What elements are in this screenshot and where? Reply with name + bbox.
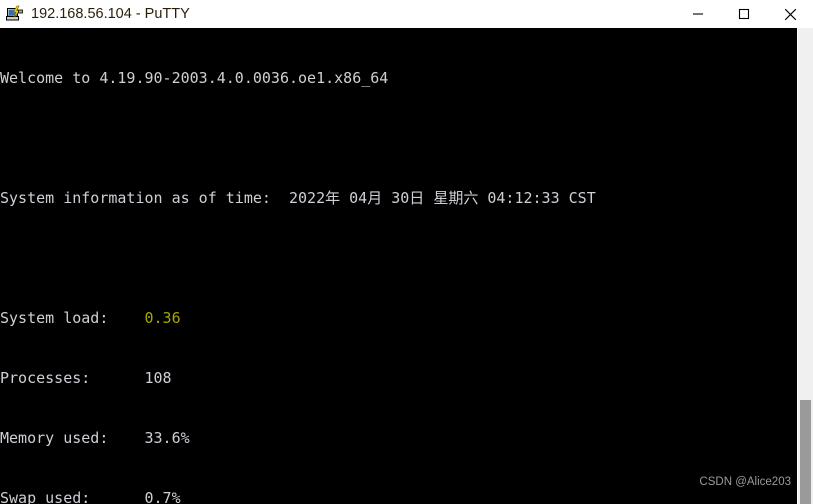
maximize-button[interactable] [721,0,767,28]
terminal-line-processes: Processes: 108 [0,369,172,387]
vertical-scrollbar[interactable] [797,28,813,504]
window-controls [675,0,813,28]
terminal-text-buffer: Welcome to 4.19.90-2003.4.0.0036.oe1.x86… [0,28,732,504]
minimize-button[interactable] [675,0,721,28]
terminal-line: System information as of time: 2022年 04月… [0,189,596,207]
terminal-line-swap-used: Swap used: 0.7% [0,489,181,504]
title-bar-left: 192.168.56.104 - PuTTY [0,5,675,23]
system-load-value: 0.36 [144,309,181,327]
window-title: 192.168.56.104 - PuTTY [31,6,190,22]
title-bar[interactable]: 192.168.56.104 - PuTTY [0,0,813,28]
putty-window: 192.168.56.104 - PuTTY Welcome to 4.19.9… [0,0,813,504]
system-load-label: System load: [0,309,145,327]
terminal-line-system-load: System load: 0.36 [0,308,732,328]
putty-icon [6,5,24,23]
close-button[interactable] [767,0,813,28]
terminal-line-memory-used: Memory used: 33.6% [0,429,190,447]
terminal-screen[interactable]: Welcome to 4.19.90-2003.4.0.0036.oe1.x86… [0,28,797,504]
terminal-line: Welcome to 4.19.90-2003.4.0.0036.oe1.x86… [0,69,389,87]
scrollbar-thumb[interactable] [800,400,811,504]
